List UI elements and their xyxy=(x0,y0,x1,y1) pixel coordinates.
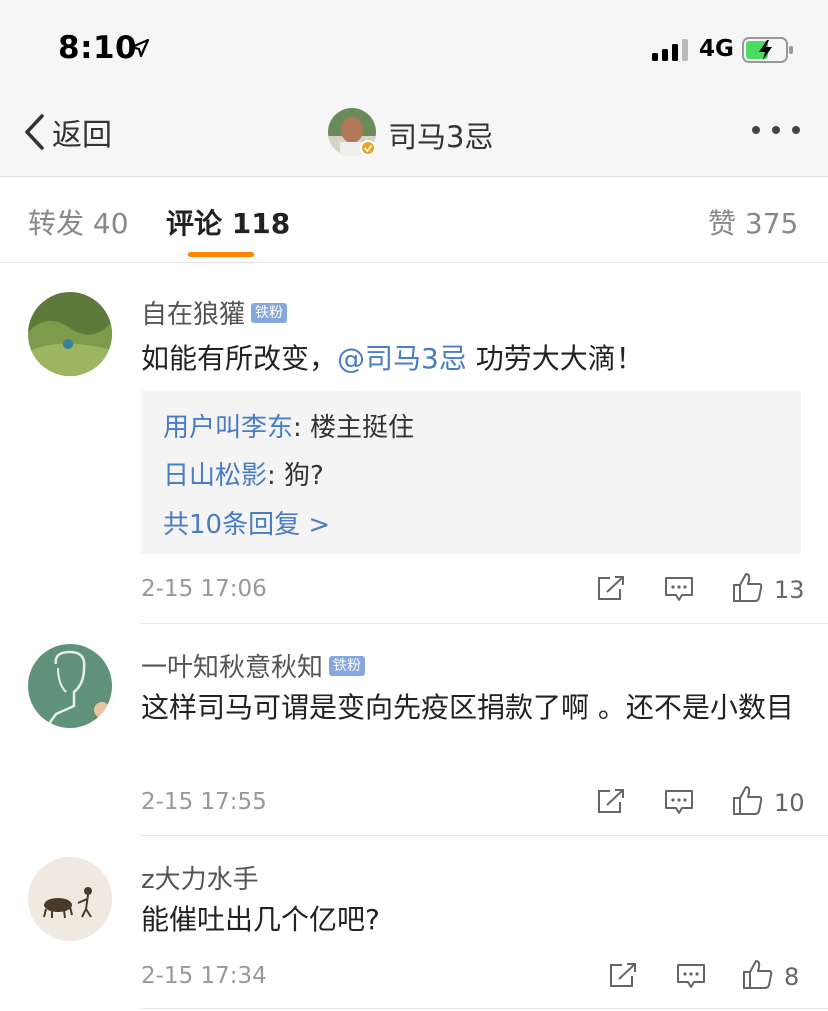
status-bar: 8:10 4G xyxy=(0,0,828,96)
avatar[interactable] xyxy=(28,644,112,728)
username-row: z大力水手 xyxy=(141,859,259,896)
comment-icon[interactable] xyxy=(676,962,706,990)
username[interactable]: 自在狼獾 xyxy=(141,294,245,331)
location-arrow-icon xyxy=(130,38,150,58)
tab-comments[interactable]: 评论 118 xyxy=(166,202,290,242)
repost-icon[interactable] xyxy=(596,787,626,815)
active-tab-indicator xyxy=(188,252,254,257)
reply-box[interactable]: 用户叫李东: 楼主挺住 日山松影: 狗? 共10条回复 > xyxy=(141,391,801,554)
tab-reposts[interactable]: 转发 40 xyxy=(28,202,129,242)
signal-icon xyxy=(652,39,692,61)
chevron-left-icon xyxy=(25,114,44,150)
username-row: 一叶知秋意秋知 铁粉 xyxy=(141,647,366,684)
verified-badge-icon xyxy=(360,140,376,156)
battery-charging-icon xyxy=(742,37,793,63)
nav-title: 司马3忌 xyxy=(388,120,494,154)
comment-item: z大力水手 能催吐出几个亿吧? 2-15 17:34 8 xyxy=(0,857,828,1011)
divider xyxy=(141,1008,828,1009)
reply-line: 日山松影: 狗? xyxy=(163,461,324,491)
comment-icon[interactable] xyxy=(664,788,694,816)
reply-line: 用户叫李东: 楼主挺住 xyxy=(163,413,415,443)
nav-bar: 返回 司马3忌 xyxy=(0,96,828,177)
reply-user[interactable]: 日山松影 xyxy=(163,461,267,491)
thumbs-up-icon[interactable] xyxy=(732,784,764,816)
avatar[interactable] xyxy=(28,857,112,941)
tab-likes[interactable]: 赞 375 xyxy=(708,202,798,242)
comment-date: 2-15 17:06 xyxy=(141,576,267,602)
profile-avatar[interactable] xyxy=(328,108,376,156)
fan-badge: 铁粉 xyxy=(251,302,288,323)
thumbs-up-icon[interactable] xyxy=(742,958,774,990)
comment-text: 如能有所改变，@司马3忌 功劳大大滴！ xyxy=(141,342,644,375)
comment-icon[interactable] xyxy=(664,575,694,603)
back-label: 返回 xyxy=(52,118,112,153)
username[interactable]: 一叶知秋意秋知 xyxy=(141,647,323,684)
comment-date: 2-15 17:55 xyxy=(141,789,267,815)
comment-date: 2-15 17:34 xyxy=(141,963,267,989)
username-row: 自在狼獾 铁粉 xyxy=(141,294,288,331)
avatar[interactable] xyxy=(28,292,112,376)
more-dots-icon[interactable] xyxy=(752,126,802,138)
comment-text: 这样司马可谓是变向先疫区捐款了啊 。还不是小数目 xyxy=(141,691,794,724)
divider xyxy=(141,835,828,836)
fan-badge: 铁粉 xyxy=(329,655,366,676)
tab-bar: 转发 40 评论 118 赞 375 xyxy=(0,177,828,263)
like-count: 13 xyxy=(774,576,805,604)
network-type: 4G xyxy=(699,36,734,62)
mention-link[interactable]: @司马3忌 xyxy=(337,342,467,375)
username[interactable]: z大力水手 xyxy=(141,859,259,896)
status-time: 8:10 xyxy=(58,30,138,66)
comment-text: 能催吐出几个亿吧? xyxy=(141,903,380,936)
repost-icon[interactable] xyxy=(608,961,638,989)
like-count: 10 xyxy=(774,789,805,817)
comment-item: 自在狼獾 铁粉 如能有所改变，@司马3忌 功劳大大滴！ 用户叫李东: 楼主挺住 … xyxy=(0,290,828,625)
back-button[interactable]: 返回 xyxy=(22,112,112,153)
more-replies-link[interactable]: 共10条回复 > xyxy=(163,504,330,541)
thumbs-up-icon[interactable] xyxy=(732,571,764,603)
like-count: 8 xyxy=(784,963,800,991)
repost-icon[interactable] xyxy=(596,574,626,602)
reply-user[interactable]: 用户叫李东 xyxy=(163,413,293,443)
comment-item: 一叶知秋意秋知 铁粉 这样司马可谓是变向先疫区捐款了啊 。还不是小数目 2-15… xyxy=(0,643,828,838)
divider xyxy=(141,623,828,624)
